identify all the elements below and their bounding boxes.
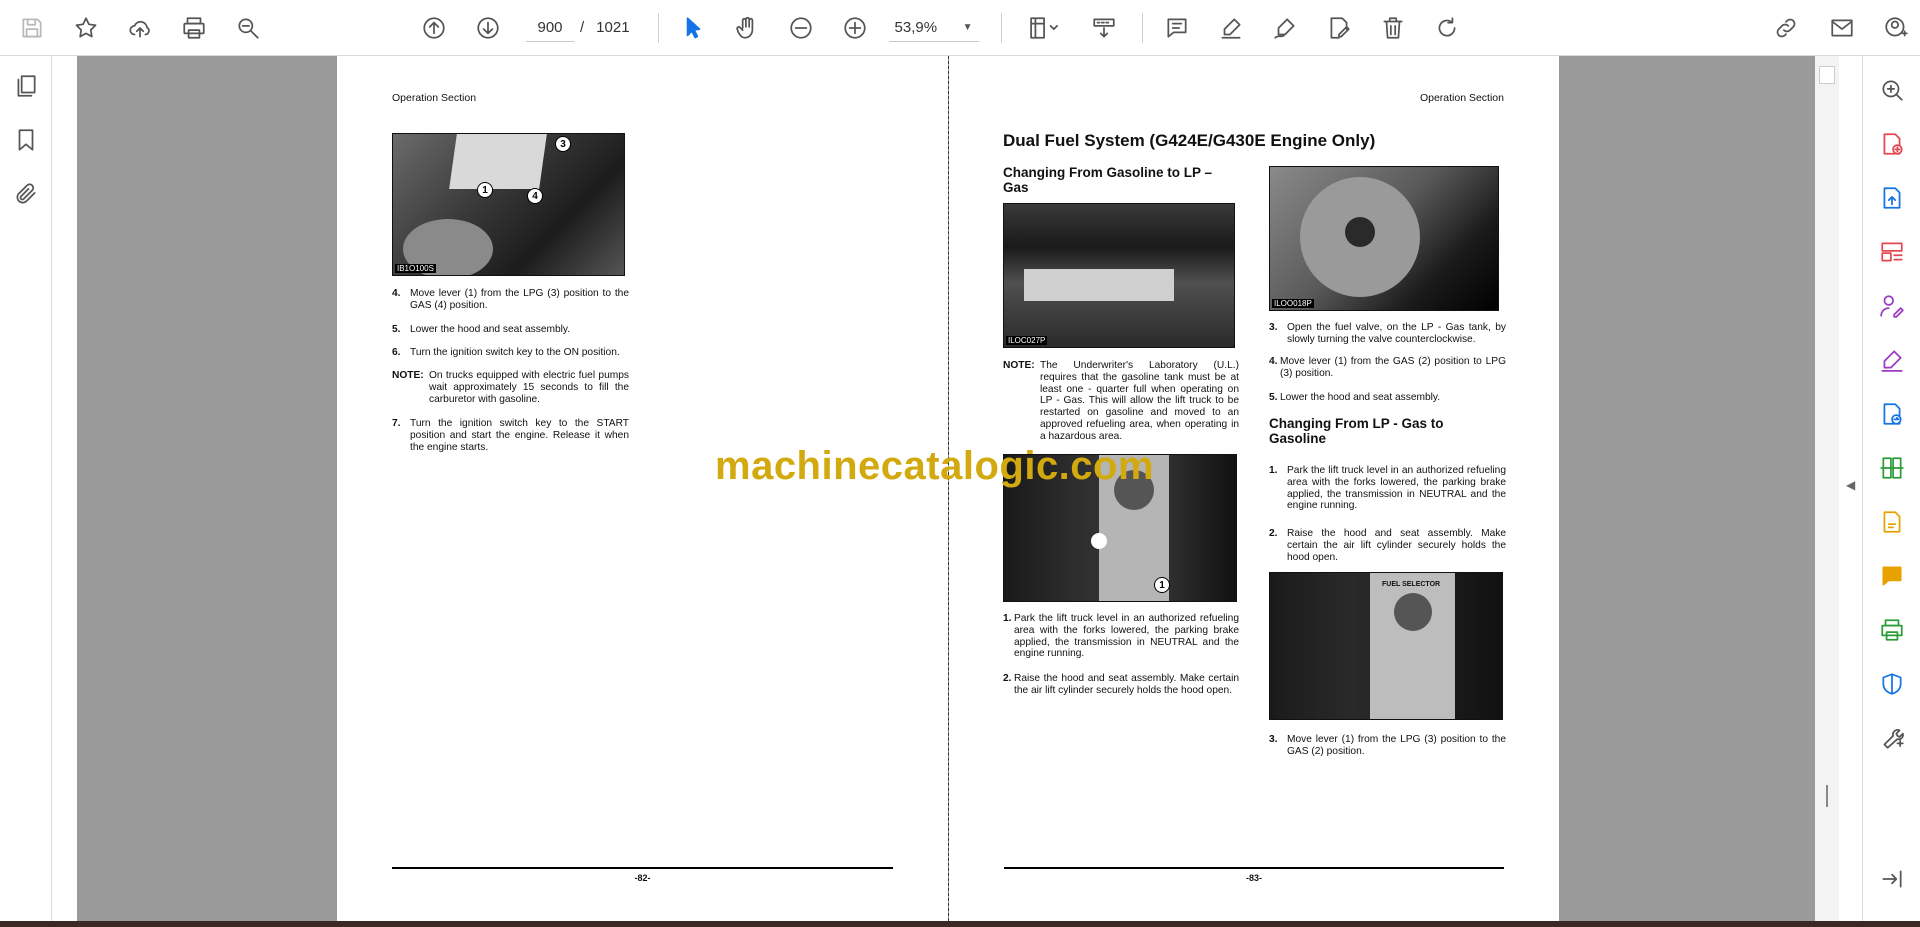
more-tools-wrench-icon[interactable]: [1872, 718, 1912, 758]
dashboard-photo: ILOC027P: [1003, 203, 1235, 348]
running-head: Operation Section: [1419, 92, 1504, 104]
step-3: 3. Open the fuel valve, on the LP - Gas t…: [1269, 322, 1506, 345]
redo-icon[interactable]: [1427, 8, 1467, 48]
next-page-icon[interactable]: [468, 8, 508, 48]
collapse-panel-arrow-icon[interactable]: ◀: [1846, 478, 1855, 492]
panel-resize-handle[interactable]: [1826, 785, 1828, 807]
footer-rule: [392, 867, 893, 869]
page-total: 1021: [596, 19, 630, 36]
previous-page-icon[interactable]: [414, 8, 454, 48]
step-5: 5. Lower the hood and seat assembly.: [392, 324, 571, 335]
watermark-text: machinecatalogic.com: [715, 444, 1155, 488]
add-user-icon[interactable]: [1876, 8, 1916, 48]
page-number-input[interactable]: [526, 13, 574, 42]
photo-id-tag: IB1O100S: [395, 264, 436, 273]
compare-files-icon[interactable]: [1872, 448, 1912, 488]
delete-trash-icon[interactable]: [1373, 8, 1413, 48]
step-2: 2. Raise the hood and seat assembly. Make…: [1003, 673, 1239, 696]
share-link-icon[interactable]: [1766, 8, 1806, 48]
save-icon[interactable]: [12, 8, 52, 48]
right-tools-rail: [1862, 56, 1920, 921]
comment-icon[interactable]: [1157, 8, 1197, 48]
search-zoom-icon[interactable]: [1872, 70, 1912, 110]
lever-photo: 3 1 4 IB1O100S: [392, 133, 625, 276]
fit-page-icon[interactable]: [1016, 8, 1070, 48]
request-signature-icon[interactable]: [1872, 286, 1912, 326]
page-thumbnails-icon[interactable]: [6, 66, 46, 106]
highlight-pen-icon[interactable]: [1211, 8, 1251, 48]
page-number: -82-: [634, 873, 651, 883]
send-for-review-icon[interactable]: [1872, 394, 1912, 434]
running-head: Operation Section: [392, 92, 477, 104]
step-4: 4. Move lever (1) from the LPG (3) positi…: [392, 288, 629, 311]
step-7: 7. Turn the ignition switch key to the ST…: [392, 418, 629, 453]
callout-4: 4: [527, 188, 543, 204]
print-production-icon[interactable]: [1872, 610, 1912, 650]
zoom-in-icon[interactable]: [835, 8, 875, 48]
scroll-mode-icon[interactable]: [1084, 8, 1124, 48]
page-number: -83-: [1245, 873, 1262, 883]
subheading-lp-to-gasoline: Changing From LP - Gas to Gasoline: [1269, 416, 1444, 446]
attachments-paperclip-icon[interactable]: [6, 174, 46, 214]
hand-tool-icon[interactable]: [727, 8, 767, 48]
step-2: 2. Raise the hood and seat assembly. Make…: [1269, 528, 1506, 563]
chevron-down-icon: ▼: [962, 21, 973, 33]
subheading-gasoline-to-lp: Changing From Gasoline to LP – Gas: [1003, 165, 1213, 195]
page-separator: /: [580, 19, 585, 36]
step-3: 3. Move lever (1) from the LPG (3) positi…: [1269, 734, 1506, 757]
step-5: 5. Lower the hood and seat assembly.: [1269, 392, 1441, 403]
select-cursor-icon[interactable]: [673, 8, 713, 48]
cloud-upload-icon[interactable]: [120, 8, 160, 48]
zoom-search-icon[interactable]: [228, 8, 268, 48]
edit-text-icon[interactable]: [1319, 8, 1359, 48]
email-envelope-icon[interactable]: [1822, 8, 1862, 48]
toolbar-divider: [1141, 12, 1143, 43]
photo-id-tag: ILOC027P: [1006, 336, 1048, 345]
zoom-level-value: 53,9%: [894, 18, 938, 36]
scrollbar-thumb[interactable]: [1819, 66, 1835, 84]
step-4: 4. Move lever (1) from the GAS (2) positi…: [1269, 356, 1506, 379]
export-pdf-icon[interactable]: [1872, 178, 1912, 218]
bookmark-star-icon[interactable]: [66, 8, 106, 48]
taskbar-edge: [0, 921, 1920, 927]
lp-tank-valve-photo: ILOO018P: [1269, 166, 1499, 311]
annotate-icon[interactable]: [1872, 556, 1912, 596]
toolbar-divider: [657, 12, 659, 43]
note: NOTE: On trucks equipped with electric fu…: [392, 370, 629, 405]
print-icon[interactable]: [174, 8, 214, 48]
step-1: 1. Park the lift truck level in an author…: [1269, 465, 1506, 512]
comment-tool-icon[interactable]: [1872, 502, 1912, 542]
protect-shield-icon[interactable]: [1872, 664, 1912, 704]
callout-1: 1: [1154, 577, 1170, 593]
fuel-selector-label: FUEL SELECTOR: [1382, 581, 1441, 588]
collapse-tools-pane-icon[interactable]: [1872, 859, 1912, 899]
section-title: Dual Fuel System (G424E/G430E Engine Onl…: [1003, 131, 1376, 150]
organize-pages-icon[interactable]: [1872, 232, 1912, 272]
zoom-out-icon[interactable]: [781, 8, 821, 48]
bookmarks-icon[interactable]: [6, 120, 46, 160]
footer-rule: [1004, 867, 1504, 869]
zoom-level-dropdown[interactable]: 53,9% ▼: [888, 14, 979, 42]
draw-sign-icon[interactable]: [1265, 8, 1305, 48]
callout-3: 3: [555, 136, 571, 152]
fuel-selector-lpg-photo: FUEL SELECTOR: [1269, 572, 1503, 720]
left-navigation-rail: [0, 56, 52, 921]
create-pdf-icon[interactable]: [1872, 124, 1912, 164]
photo-id-tag: ILOO018P: [1272, 299, 1314, 308]
callout-1: 1: [477, 182, 493, 198]
pdf-viewer-window: / 1021 53,9% ▼: [0, 0, 1920, 927]
note: NOTE: The Underwriter's Laboratory (U.L.)…: [1003, 360, 1239, 442]
fill-sign-icon[interactable]: [1872, 340, 1912, 380]
top-toolbar: / 1021 53,9% ▼: [0, 0, 1920, 56]
step-1: 1. Park the lift truck level in an author…: [1003, 613, 1239, 660]
toolbar-divider: [1000, 12, 1002, 43]
step-6: 6. Turn the ignition switch key to the ON…: [392, 347, 620, 358]
